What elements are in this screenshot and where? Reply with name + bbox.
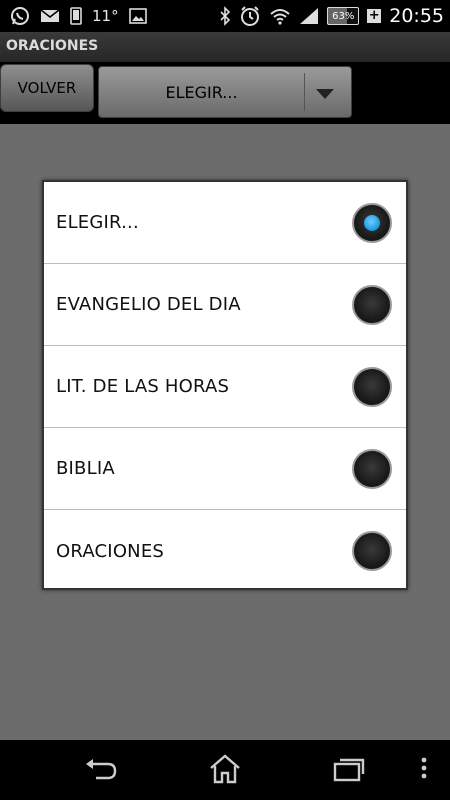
- battery-icon: 63%: [327, 7, 360, 25]
- volver-button[interactable]: VOLVER: [0, 64, 94, 112]
- alarm-icon: [239, 5, 261, 27]
- option-label: BIBLIA: [56, 458, 115, 479]
- mail-icon: [40, 8, 60, 24]
- option-label: ORACIONES: [56, 540, 165, 562]
- spinner-divider: [304, 73, 305, 111]
- option-label: LIT. DE LAS HORAS: [56, 376, 230, 397]
- choice-dialog: ELEGIR... EVANGELIO DEL DIA LIT. DE LAS …: [42, 180, 408, 590]
- radio-unselected-icon[interactable]: [352, 367, 392, 407]
- image-icon: [128, 8, 147, 24]
- status-bar: 11° 63% + 20:55: [0, 0, 450, 32]
- option-evangelio-del-dia[interactable]: EVANGELIO DEL DIA: [44, 264, 406, 346]
- signal-icon: [299, 7, 319, 25]
- battery-percent: 63%: [332, 10, 355, 22]
- recent-apps-icon[interactable]: [332, 754, 366, 788]
- radio-unselected-icon[interactable]: [352, 449, 392, 489]
- spinner-selected-value: ELEGIR...: [165, 82, 238, 102]
- charging-icon: +: [367, 8, 382, 23]
- navigation-bar: [0, 740, 450, 800]
- option-oraciones[interactable]: ORACIONES: [44, 510, 406, 592]
- option-biblia[interactable]: BIBLIA: [44, 428, 406, 510]
- menu-icon[interactable]: [419, 754, 429, 788]
- app-title: ORACIONES: [6, 38, 99, 54]
- radio-dot: [364, 215, 380, 231]
- option-lit-de-las-horas[interactable]: LIT. DE LAS HORAS: [44, 346, 406, 428]
- radio-unselected-icon[interactable]: [352, 531, 392, 571]
- option-elegir[interactable]: ELEGIR...: [44, 182, 406, 264]
- option-label: ELEGIR...: [56, 212, 139, 233]
- radio-unselected-icon[interactable]: [352, 285, 392, 325]
- phone-icon: [70, 7, 82, 25]
- radio-selected-icon[interactable]: [352, 203, 392, 243]
- clock-time: 20:55: [389, 5, 444, 27]
- bluetooth-icon: [219, 6, 231, 26]
- toolbar: VOLVER ELEGIR...: [0, 62, 450, 124]
- title-bar: ORACIONES: [0, 32, 450, 62]
- chevron-down-icon: [315, 85, 335, 104]
- wifi-icon: [269, 7, 291, 25]
- whatsapp-icon: [10, 6, 30, 26]
- temperature-text: 11°: [92, 7, 119, 25]
- section-spinner[interactable]: ELEGIR...: [98, 66, 352, 118]
- volver-button-label: VOLVER: [17, 79, 77, 97]
- option-label: EVANGELIO DEL DIA: [56, 294, 241, 315]
- back-icon[interactable]: [82, 754, 118, 788]
- home-icon[interactable]: [208, 754, 242, 788]
